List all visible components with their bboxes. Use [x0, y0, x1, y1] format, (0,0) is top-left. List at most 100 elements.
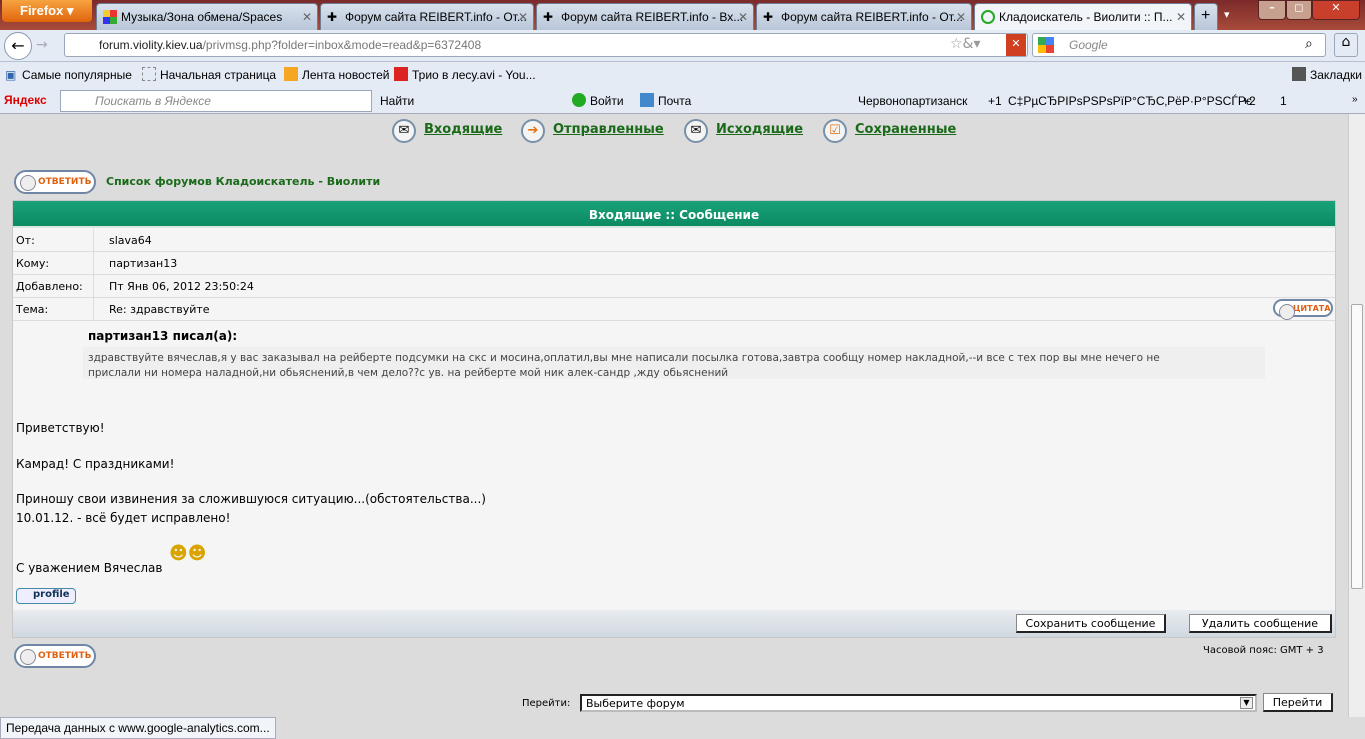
close-window-button[interactable]: ✕: [1312, 0, 1360, 20]
bookmarks-menu[interactable]: Закладки: [1310, 68, 1362, 82]
close-tab-icon[interactable]: ✕: [738, 10, 748, 24]
field-label: Тема:: [16, 303, 49, 316]
saved-icon[interactable]: ☑: [823, 119, 847, 143]
subject-value: Re: здравствуйте: [93, 298, 1333, 320]
weather-city[interactable]: Червонопартизанск: [858, 94, 967, 108]
message-text: С уважением Вячеслав: [16, 561, 163, 575]
nav-saved[interactable]: Сохраненные: [855, 122, 956, 137]
table-row: Тема: Re: здравствуйте: [13, 298, 1335, 321]
youtube-icon: [394, 67, 408, 81]
quote-block: здравствуйте вячеслав,я у вас заказывал …: [83, 347, 1265, 379]
nav-inbox[interactable]: Входящие: [424, 122, 502, 137]
table-row: Добавлено: Пт Янв 06, 2012 23:50:24: [13, 275, 1335, 298]
tab-3[interactable]: ✚ Форум сайта REIBERT.info - Вх... ✕: [536, 3, 754, 30]
field-label: От:: [16, 234, 35, 247]
status-text: Передача данных с www.google-analytics.c…: [0, 717, 276, 739]
field-label: Кому:: [16, 257, 50, 270]
timezone: Часовой пояс: GMT + 3: [1203, 645, 1324, 656]
forum-select[interactable]: Выберите форум ▼: [580, 694, 1257, 712]
outbox-icon[interactable]: ✉: [684, 119, 708, 143]
cross-icon: ✚: [543, 10, 554, 24]
stop-button[interactable]: ✕: [1006, 34, 1026, 56]
save-message-button[interactable]: Сохранить сообщение: [1016, 614, 1166, 633]
date-value: Пт Янв 06, 2012 23:50:24: [93, 275, 1333, 297]
search-icon[interactable]: ⌕: [1305, 36, 1313, 52]
smiley-icon: ☻☻: [169, 543, 207, 564]
bookmark-star-icon[interactable]: ☆&▾: [950, 36, 981, 52]
nav-sent[interactable]: Отправленные: [553, 122, 664, 137]
mail-icon: [640, 93, 654, 107]
nav-outbox[interactable]: Исходящие: [716, 122, 803, 137]
yandex-logo[interactable]: Яндекс: [4, 93, 47, 107]
tab-active[interactable]: Кладоискатель - Виолити :: П... ✕: [974, 3, 1192, 30]
weather-temp: +1: [988, 94, 1002, 108]
tab-4[interactable]: ✚ Форум сайта REIBERT.info - От... ✕: [756, 3, 972, 30]
scrollbar-thumb[interactable]: [1351, 304, 1363, 589]
find-button[interactable]: Найти: [380, 94, 414, 108]
close-tab-icon[interactable]: ✕: [302, 10, 312, 24]
bookmark-item[interactable]: Начальная страница: [160, 68, 276, 82]
tab-2[interactable]: ✚ Форум сайта REIBERT.info - От... ✕: [320, 3, 534, 30]
table-row: От: slava64: [13, 229, 1335, 252]
message-text: Приношу свои извинения за сложившуюся си…: [16, 492, 486, 506]
home-button[interactable]: ⌂: [1334, 33, 1358, 57]
table-header: Входящие :: Сообщение: [13, 201, 1335, 228]
cross-icon: ✚: [763, 10, 774, 24]
close-tab-icon[interactable]: ✕: [956, 10, 966, 24]
profile-button[interactable]: profile: [16, 588, 76, 604]
weather-temp-2: +2: [1242, 94, 1256, 108]
chevron-down-icon[interactable]: »: [1352, 94, 1358, 105]
reply-button-bottom[interactable]: ОТВЕТИТЬ: [14, 644, 96, 668]
scrollbar[interactable]: [1348, 114, 1365, 717]
forward-button[interactable]: →: [36, 37, 48, 53]
key-icon: [572, 93, 586, 107]
tab-list-button[interactable]: ▾: [1224, 8, 1230, 21]
google-icon[interactable]: [1038, 37, 1054, 53]
arrow-right-icon[interactable]: ➔: [521, 119, 545, 143]
url-bar[interactable]: forum.violity.kiev.ua/privmsg.php?folder…: [64, 33, 1028, 57]
table-footer: Сохранить сообщение Удалить сообщение: [13, 610, 1335, 637]
maximize-button[interactable]: ◻: [1286, 0, 1312, 20]
rss-icon: [284, 67, 298, 81]
field-label: Добавлено:: [16, 280, 83, 293]
quote-button[interactable]: ЦИТАТА: [1273, 299, 1333, 320]
breadcrumb[interactable]: Список форумов Кладоискатель - Виолити: [106, 175, 380, 188]
loading-icon: [981, 10, 995, 24]
minimize-button[interactable]: –: [1258, 0, 1286, 20]
bookmark-item[interactable]: Самые популярные: [22, 68, 132, 82]
yandex-search-input[interactable]: Поискать в Яндексе: [60, 90, 372, 112]
jump-button[interactable]: Перейти: [1263, 693, 1333, 712]
table-row: Кому: партизан13: [13, 252, 1335, 275]
message-text: Камрад! С праздниками!: [16, 457, 175, 471]
mail-button[interactable]: Почта: [658, 94, 691, 108]
bookmarks-icon: [1292, 67, 1306, 81]
message-text: Приветствую!: [16, 421, 105, 435]
popular-icon: ▣: [5, 68, 17, 82]
page-icon: [142, 67, 156, 81]
from-value: slava64: [93, 229, 1333, 251]
jump-label: Перейти:: [522, 698, 571, 709]
chevron-down-icon[interactable]: ▼: [1240, 697, 1253, 709]
close-tab-icon[interactable]: ✕: [1176, 10, 1186, 24]
firefox-menu-button[interactable]: Firefox ▾: [2, 0, 92, 22]
bookmark-item[interactable]: Трио в лесу.avi - You...: [412, 68, 536, 82]
back-button[interactable]: ←: [4, 32, 32, 60]
quote-author: партизан13 писал(а):: [88, 329, 238, 343]
bookmarks-toolbar: Самые популярные Начальная страница Лент…: [0, 62, 1365, 88]
login-button[interactable]: Войти: [590, 94, 624, 108]
message-table: Входящие :: Сообщение От: slava64 Кому: па…: [12, 200, 1336, 638]
reply-button[interactable]: ОТВЕТИТЬ: [14, 170, 96, 194]
bookmark-item[interactable]: Лента новостей: [302, 68, 390, 82]
delete-message-button[interactable]: Удалить сообщение: [1189, 614, 1332, 633]
to-value: партизан13: [93, 252, 1333, 274]
new-tab-button[interactable]: +: [1194, 3, 1218, 30]
close-tab-icon[interactable]: ✕: [518, 10, 528, 24]
counter: 1: [1280, 94, 1287, 108]
cross-icon: ✚: [327, 10, 338, 24]
search-input[interactable]: Google: [1032, 33, 1326, 57]
tab-favicon-icon: [103, 10, 117, 24]
garbled-text: С‡РµСЂРІРѕРЅРѕРїР°СЂС‚РёР·Р°РЅСЃРє: [1008, 94, 1252, 108]
inbox-icon[interactable]: ✉: [392, 119, 416, 143]
tab-1[interactable]: Музыка/Зона обмена/Spaces ✕: [96, 3, 318, 30]
message-text: 10.01.12. - всё будет исправлено!: [16, 511, 231, 525]
